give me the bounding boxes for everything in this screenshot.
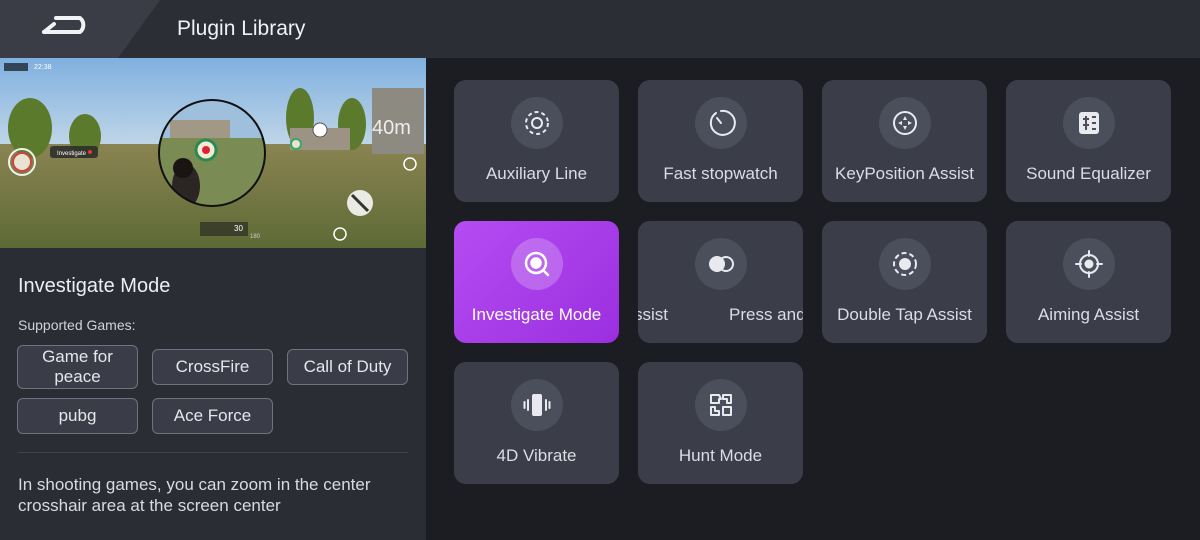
plugin-card-label: Fast stopwatch xyxy=(663,164,778,183)
plugin-detail-panel: 22:38 Investigate 40m 30 180 Investigate… xyxy=(0,58,426,540)
game-chip[interactable]: CrossFire xyxy=(152,349,273,385)
svg-text:40m: 40m xyxy=(372,117,411,139)
plugin-card-aiming-assist[interactable]: Aiming Assist xyxy=(1006,221,1171,343)
equalizer-icon xyxy=(1063,97,1115,149)
plugin-card-investigate-mode[interactable]: Investigate Mode xyxy=(454,221,619,343)
svg-text:Investigate: Investigate xyxy=(57,151,87,157)
plugin-card-sound-equalizer[interactable]: Sound Equalizer xyxy=(1006,80,1171,202)
auxiliary-line-icon xyxy=(511,97,563,149)
plugin-card-label: Press and xyxy=(729,305,803,324)
press-assist-icon xyxy=(695,238,747,290)
plugin-card-double-tap-assist[interactable]: Double Tap Assist xyxy=(822,221,987,343)
plugin-description: In shooting games, you can zoom in the c… xyxy=(18,475,371,515)
plugin-card-auxiliary-line[interactable]: Auxiliary Line xyxy=(454,80,619,202)
plugin-card-4d-vibrate[interactable]: 4D Vibrate xyxy=(454,362,619,484)
game-chip[interactable]: Ace Force xyxy=(152,398,273,434)
game-chip[interactable]: pubg xyxy=(17,398,138,434)
plugin-card-label: Investigate Mode xyxy=(471,305,602,324)
investigate-icon xyxy=(511,238,563,290)
plugin-card-keyposition-assist[interactable]: KeyPosition Assist xyxy=(822,80,987,202)
plugin-card-label: KeyPosition Assist xyxy=(835,164,974,183)
game-chip[interactable]: Call of Duty xyxy=(287,349,408,385)
plugin-card-label: 4D Vibrate xyxy=(496,446,577,465)
key-position-icon xyxy=(879,97,931,149)
plugin-card-label: Hunt Mode xyxy=(678,446,763,465)
header-bar: Plugin Library xyxy=(0,0,1200,58)
plugin-detail-title: Investigate Mode xyxy=(18,275,171,297)
plugin-card-label: Sound Equalizer xyxy=(1026,164,1151,183)
hunt-mode-icon xyxy=(695,379,747,431)
plugin-card-label: Auxiliary Line xyxy=(485,164,588,183)
divider xyxy=(18,452,408,453)
supported-games-label: Supported Games: xyxy=(18,317,136,333)
stopwatch-icon xyxy=(695,97,747,149)
plugin-card-hunt-mode[interactable]: Hunt Mode xyxy=(638,362,803,484)
game-preview-image: 22:38 Investigate 40m 30 180 xyxy=(0,58,426,248)
back-button[interactable] xyxy=(0,0,160,58)
plugin-card-press-and-assist[interactable]: ssist Press and xyxy=(638,221,803,343)
vibrate-icon xyxy=(511,379,563,431)
plugin-card-label: Double Tap Assist xyxy=(837,305,972,324)
page-title: Plugin Library xyxy=(177,17,306,40)
double-tap-icon xyxy=(879,238,931,290)
svg-text:180: 180 xyxy=(250,234,261,240)
game-chip[interactable]: Game for peace xyxy=(17,345,138,389)
svg-text:30: 30 xyxy=(234,224,243,233)
plugin-card-label: Aiming Assist xyxy=(1037,305,1140,324)
plugin-card-label: ssist xyxy=(638,305,668,324)
plugin-card-fast-stopwatch[interactable]: Fast stopwatch xyxy=(638,80,803,202)
svg-text:22:38: 22:38 xyxy=(34,64,52,71)
crosshair-icon xyxy=(1063,238,1115,290)
